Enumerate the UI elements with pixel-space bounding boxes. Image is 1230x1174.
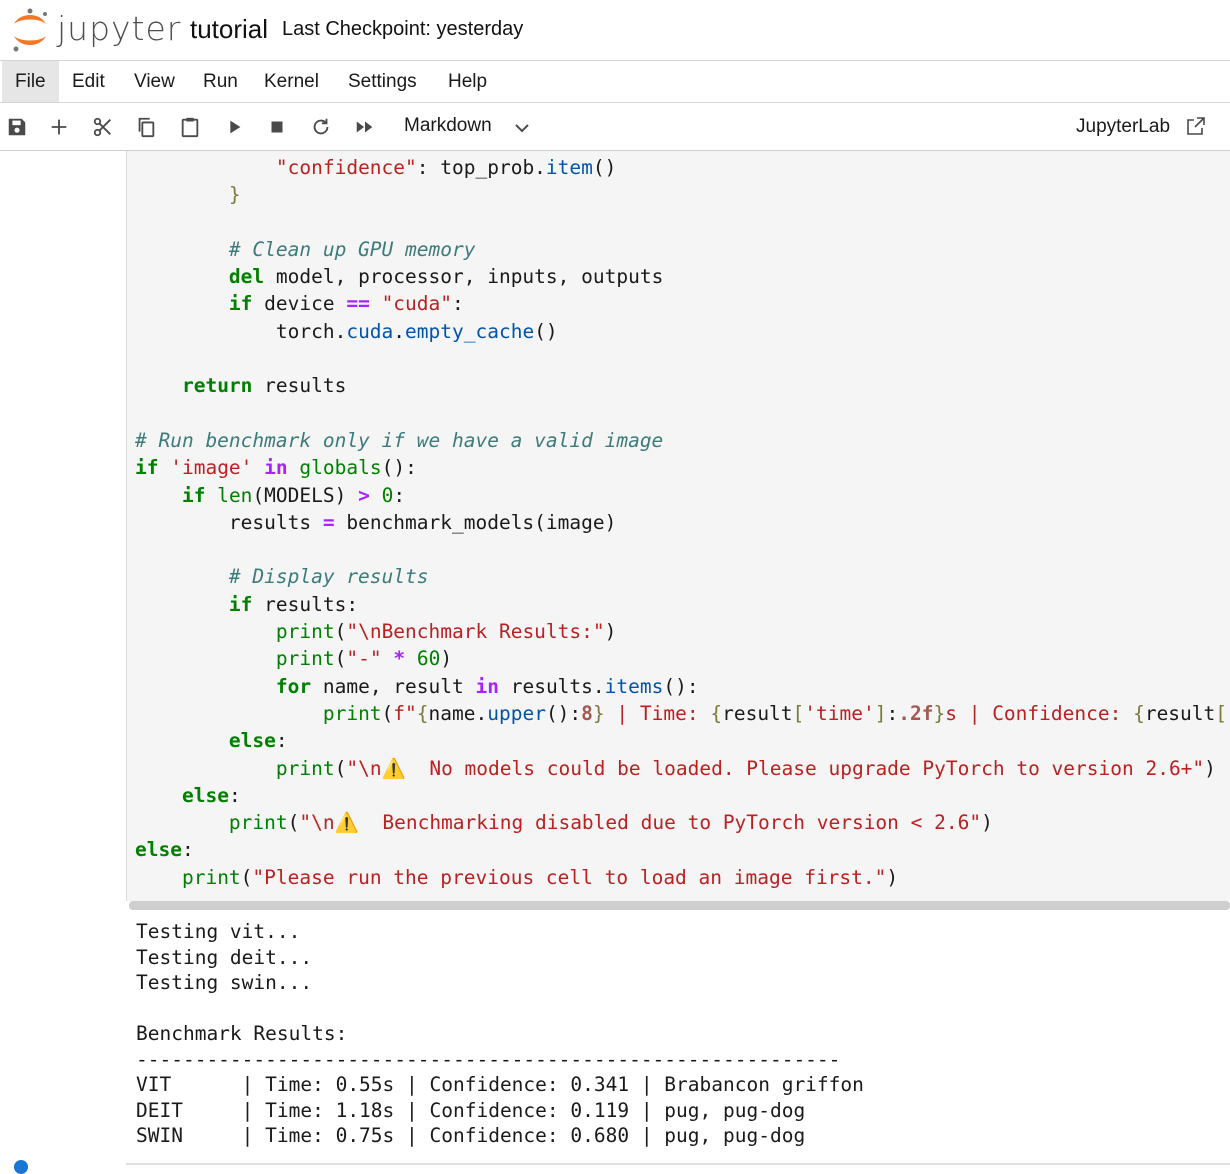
- external-link-icon[interactable]: [1185, 115, 1207, 137]
- code-content[interactable]: "confidence": top_prob.item() } # Clean …: [135, 154, 1227, 891]
- output-line: Benchmark Results:: [136, 1022, 348, 1045]
- menu-bar: File Edit View Run Kernel Settings Help: [0, 61, 1230, 103]
- add-cell-icon[interactable]: [47, 115, 71, 139]
- jupyter-logo-icon: [13, 8, 47, 52]
- output-text: Testing vit... Testing deit... Testing s…: [136, 919, 864, 1149]
- output-line: Testing vit...: [136, 920, 301, 943]
- output-line: SWIN | Time: 0.75s | Confidence: 0.680 |…: [136, 1124, 806, 1147]
- copy-icon[interactable]: [134, 115, 158, 139]
- cell-indicator-icon: [14, 1160, 28, 1174]
- notebook-header: jupyter tutorial Last Checkpoint: yester…: [0, 0, 1230, 61]
- cell-type-select[interactable]: Markdown: [404, 115, 492, 137]
- last-checkpoint: Last Checkpoint: yesterday: [282, 18, 524, 40]
- output-line: Testing swin...: [136, 971, 313, 994]
- run-all-icon[interactable]: [353, 115, 377, 139]
- cut-icon[interactable]: [91, 115, 115, 139]
- menu-edit[interactable]: Edit: [59, 61, 118, 102]
- jupyter-logo-text: jupyter: [57, 9, 182, 48]
- horizontal-scrollbar[interactable]: [129, 901, 1230, 910]
- cell-divider: [126, 1163, 1230, 1165]
- output-line: ----------------------------------------…: [136, 1047, 841, 1071]
- chevron-down-icon[interactable]: [512, 117, 532, 137]
- open-jupyterlab-link[interactable]: JupyterLab: [1076, 116, 1170, 138]
- paste-icon[interactable]: [178, 115, 202, 139]
- notebook-toolbar: Markdown JupyterLab: [0, 103, 1230, 151]
- output-line: VIT | Time: 0.55s | Confidence: 0.341 | …: [136, 1073, 864, 1096]
- run-icon[interactable]: [222, 115, 246, 139]
- save-icon[interactable]: [5, 115, 29, 139]
- cell-output: Testing vit... Testing deit... Testing s…: [126, 912, 1230, 1162]
- menu-file[interactable]: File: [2, 61, 59, 102]
- menu-kernel[interactable]: Kernel: [251, 61, 332, 102]
- menu-settings[interactable]: Settings: [335, 61, 430, 102]
- code-cell-editor[interactable]: "confidence": top_prob.item() } # Clean …: [126, 151, 1230, 901]
- stop-icon[interactable]: [265, 115, 289, 139]
- output-line: Testing deit...: [136, 945, 313, 969]
- notebook-title[interactable]: tutorial: [190, 14, 268, 45]
- restart-icon[interactable]: [309, 115, 333, 139]
- menu-help[interactable]: Help: [435, 61, 500, 102]
- menu-view[interactable]: View: [121, 61, 188, 102]
- menu-run[interactable]: Run: [190, 61, 251, 102]
- output-line: DEIT | Time: 1.18s | Confidence: 0.119 |…: [136, 1098, 806, 1122]
